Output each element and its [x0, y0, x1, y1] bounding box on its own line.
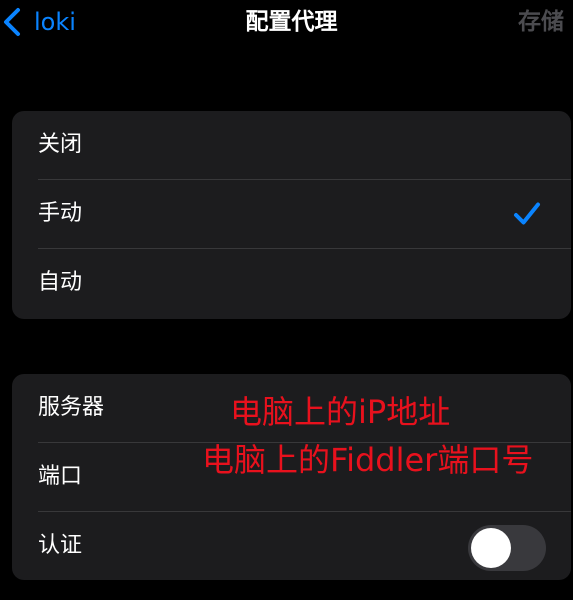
port-label: 端口	[38, 464, 83, 489]
server-settings-group: 服务器 电脑上的iP地址 端口 电脑上的Fiddler端口号 认证	[12, 374, 571, 580]
proxy-mode-manual-option[interactable]: 手动	[12, 180, 571, 248]
option-label-off: 关闭	[38, 132, 83, 157]
page-title: 配置代理	[245, 9, 338, 35]
port-annotation: 电脑上的Fiddler端口号	[202, 441, 534, 479]
port-row[interactable]: 端口 电脑上的Fiddler端口号	[12, 441, 571, 511]
save-button[interactable]: 存储	[518, 6, 564, 38]
proxy-mode-group: 关闭 手动 自动	[12, 111, 571, 319]
server-ip-annotation: 电脑上的iP地址	[230, 393, 451, 431]
server-row[interactable]: 服务器 电脑上的iP地址	[12, 374, 571, 442]
proxy-mode-off-option[interactable]: 关闭	[12, 111, 571, 179]
option-label-auto: 自动	[38, 270, 83, 295]
proxy-mode-auto-option[interactable]: 自动	[12, 249, 571, 317]
checkmark-icon	[512, 200, 542, 228]
toggle-knob	[471, 528, 511, 568]
option-label-manual: 手动	[38, 201, 83, 226]
auth-toggle[interactable]	[468, 525, 546, 571]
auth-label: 认证	[38, 533, 83, 558]
server-label: 服务器	[38, 395, 105, 420]
navigation-bar: loki 配置代理 存储	[0, 0, 573, 46]
configure-proxy-screen: loki 配置代理 存储 关闭 手动 自动 服务器 电脑上的iP地址 端口 电脑…	[0, 0, 573, 600]
auth-row: 认证	[12, 512, 571, 580]
